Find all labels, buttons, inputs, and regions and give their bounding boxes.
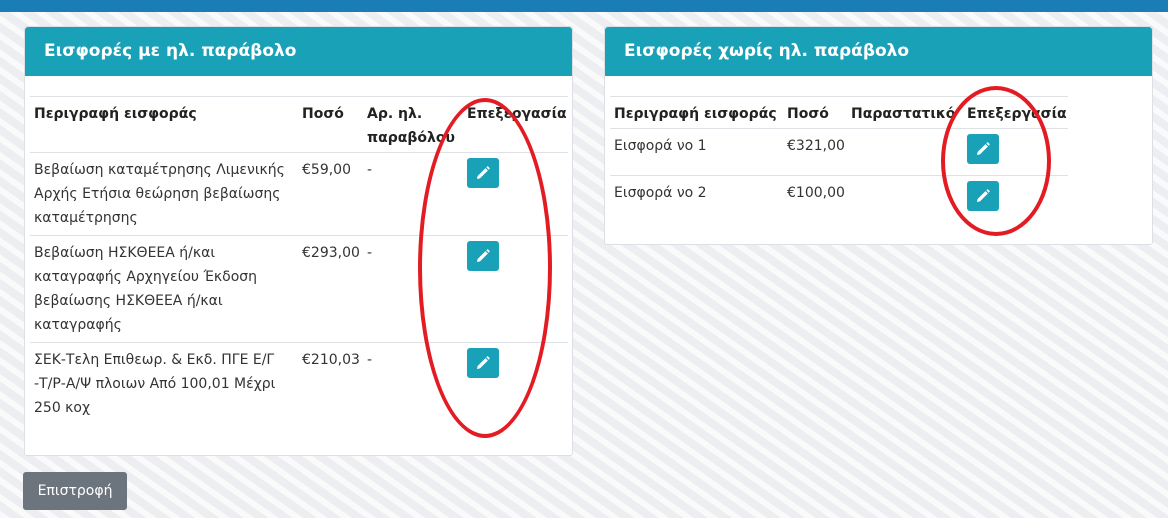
cell-receipt: - xyxy=(367,162,373,178)
paravolo-contributions-panel: Εισφορές με ηλ. παράβολο Περιγραφή εισφο… xyxy=(24,26,573,456)
table-row: Βεβαίωση ΗΣΚΘΕΕΑ ή/και καταγραφής Αρχηγε… xyxy=(30,235,568,343)
column-header-document: Παραστατικό xyxy=(851,106,956,122)
cell-receipt: - xyxy=(367,352,373,368)
table-row: Βεβαίωση καταμέτρησης Λιμενικής Αρχής Ετ… xyxy=(30,152,568,236)
panel-title: Εισφορές χωρίς ηλ. παράβολο xyxy=(605,27,1152,76)
panel-title: Εισφορές με ηλ. παράβολο xyxy=(25,27,572,76)
column-header-description: Περιγραφή εισφοράς xyxy=(614,106,777,122)
cell-receipt: - xyxy=(367,245,373,261)
column-header-edit: Επεξεργασία xyxy=(967,106,1067,122)
edit-button[interactable] xyxy=(967,181,999,211)
cell-description: Εισφορά νο 1 xyxy=(614,138,707,154)
edit-button[interactable] xyxy=(467,241,499,271)
cell-description: ΣΕΚ-Τελη Επιθεωρ. & Εκδ. ΠΓΕ Ε/Γ -Τ/Ρ-Α/… xyxy=(34,352,276,416)
table-row: Εισφορά νο 1 €321,00 xyxy=(610,128,1068,176)
column-header-receipt: Αρ. ηλ. παραβόλου xyxy=(367,106,455,146)
cell-amount: €293,00 xyxy=(302,245,360,261)
cell-edit xyxy=(963,176,1068,223)
column-header-amount: Ποσό xyxy=(302,106,344,122)
cell-document xyxy=(847,176,963,223)
non-paravolo-contributions-panel: Εισφορές χωρίς ηλ. παράβολο Περιγραφή ει… xyxy=(604,26,1153,245)
pencil-icon xyxy=(477,356,490,369)
edit-button[interactable] xyxy=(967,134,999,164)
edit-button[interactable] xyxy=(467,158,499,188)
table-header-row: Περιγραφή εισφοράς Ποσό Αρ. ηλ. παραβόλο… xyxy=(30,96,568,153)
cell-edit xyxy=(463,153,568,236)
pencil-icon xyxy=(977,189,990,202)
column-header-edit: Επεξεργασία xyxy=(467,106,567,122)
pencil-icon xyxy=(477,249,490,262)
column-header-description: Περιγραφή εισφοράς xyxy=(34,106,197,122)
cell-amount: €210,03 xyxy=(302,352,360,368)
cell-amount: €100,00 xyxy=(787,185,845,201)
paravolo-contributions-table: Περιγραφή εισφοράς Ποσό Αρ. ηλ. παραβόλο… xyxy=(30,96,568,425)
cell-edit xyxy=(963,129,1068,176)
pencil-icon xyxy=(977,142,990,155)
table-header-row: Περιγραφή εισφοράς Ποσό Παραστατικό Επεξ… xyxy=(610,96,1068,129)
cell-description: Εισφορά νο 2 xyxy=(614,185,707,201)
cell-document xyxy=(847,129,963,176)
back-button[interactable]: Επιστροφή xyxy=(23,472,127,510)
pencil-icon xyxy=(477,166,490,179)
table-row: Εισφορά νο 2 €100,00 xyxy=(610,175,1068,223)
table-row: ΣΕΚ-Τελη Επιθεωρ. & Εκδ. ΠΓΕ Ε/Γ -Τ/Ρ-Α/… xyxy=(30,342,568,426)
cell-amount: €59,00 xyxy=(302,162,351,178)
non-paravolo-contributions-table: Περιγραφή εισφοράς Ποσό Παραστατικό Επεξ… xyxy=(610,96,1068,222)
top-bar xyxy=(0,0,1168,12)
cell-amount: €321,00 xyxy=(787,138,845,154)
cell-description: Βεβαίωση καταμέτρησης Λιμενικής Αρχής Ετ… xyxy=(34,162,285,226)
cell-description: Βεβαίωση ΗΣΚΘΕΕΑ ή/και καταγραφής Αρχηγε… xyxy=(34,245,258,333)
cell-edit xyxy=(463,343,568,426)
column-header-amount: Ποσό xyxy=(787,106,829,122)
cell-edit xyxy=(463,236,568,343)
edit-button[interactable] xyxy=(467,348,499,378)
